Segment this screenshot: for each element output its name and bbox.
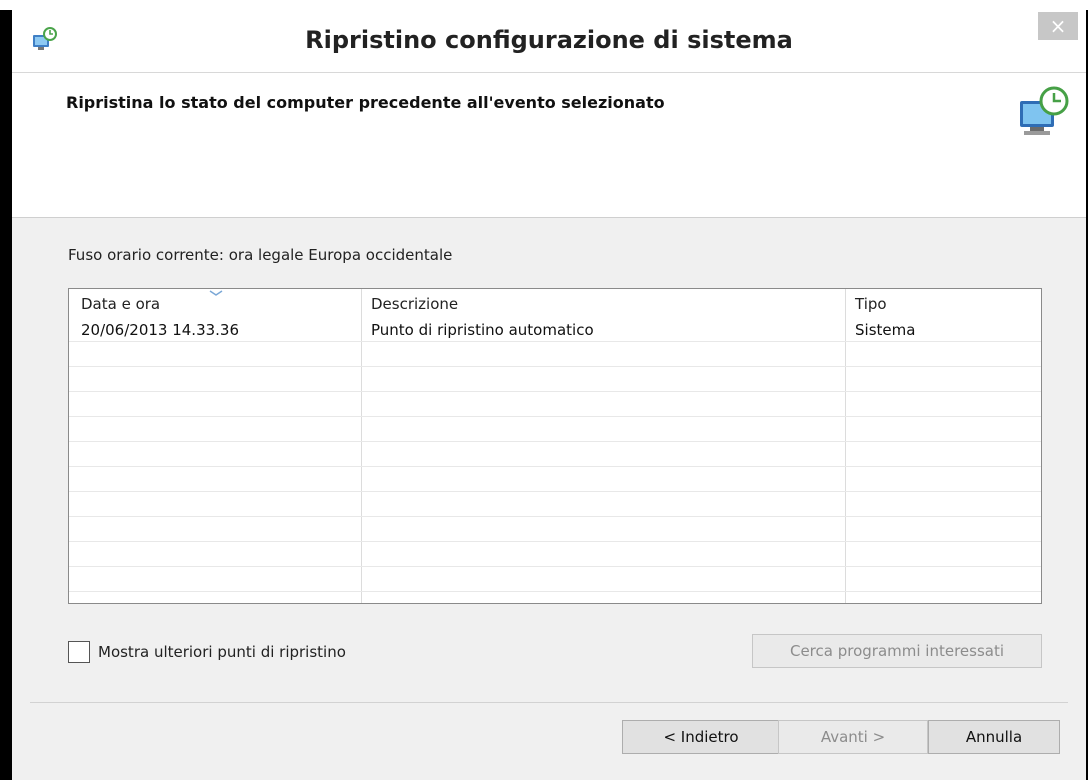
table-header: Data e ora Descrizione Tipo	[69, 289, 1041, 317]
close-button[interactable]: ×	[1038, 12, 1078, 40]
wizard-header: Ripristina lo stato del computer precede…	[12, 72, 1086, 218]
table-row	[69, 442, 1041, 467]
show-more-restore-points[interactable]: Mostra ulteriori punti di ripristino	[68, 640, 346, 664]
table-row	[69, 417, 1041, 442]
table-row	[69, 517, 1041, 542]
search-affected-programs-button[interactable]: Cerca programmi interessati	[752, 634, 1042, 668]
system-restore-window: Ripristino configurazione di sistema × R…	[12, 8, 1086, 780]
table-row	[69, 342, 1041, 367]
cancel-button[interactable]: Annulla	[928, 720, 1060, 754]
close-icon: ×	[1049, 14, 1067, 38]
header-description[interactable]: Descrizione	[371, 295, 458, 313]
cell-type: Sistema	[855, 321, 916, 339]
window-title: Ripristino configurazione di sistema	[305, 26, 793, 54]
table-row	[69, 542, 1041, 567]
show-more-label[interactable]: Mostra ulteriori punti di ripristino	[98, 643, 346, 661]
header-datetime[interactable]: Data e ora	[81, 295, 160, 313]
table-row	[69, 567, 1041, 592]
next-button[interactable]: Avanti >	[778, 720, 928, 754]
table-row	[69, 492, 1041, 517]
show-more-checkbox[interactable]	[68, 641, 90, 663]
wizard-heading: Ripristina lo stato del computer precede…	[66, 93, 665, 112]
header-type[interactable]: Tipo	[855, 295, 887, 313]
table-row	[69, 367, 1041, 392]
cell-description: Punto di ripristino automatico	[371, 321, 594, 339]
timezone-label: Fuso orario corrente: ora legale Europa …	[68, 246, 453, 264]
restore-points-table[interactable]: Data e ora Descrizione Tipo 20/06/2013 1…	[68, 288, 1042, 604]
sort-descending-icon	[209, 290, 223, 296]
footer-divider	[30, 702, 1068, 703]
system-restore-icon	[1020, 86, 1069, 135]
table-row	[69, 467, 1041, 492]
table-row[interactable]: 20/06/2013 14.33.36 Punto di ripristino …	[69, 317, 1041, 342]
back-button[interactable]: < Indietro	[622, 720, 780, 754]
table-row	[69, 392, 1041, 417]
table-rows: 20/06/2013 14.33.36 Punto di ripristino …	[69, 317, 1041, 592]
cell-datetime: 20/06/2013 14.33.36	[81, 321, 240, 339]
titlebar: Ripristino configurazione di sistema ×	[12, 8, 1086, 72]
